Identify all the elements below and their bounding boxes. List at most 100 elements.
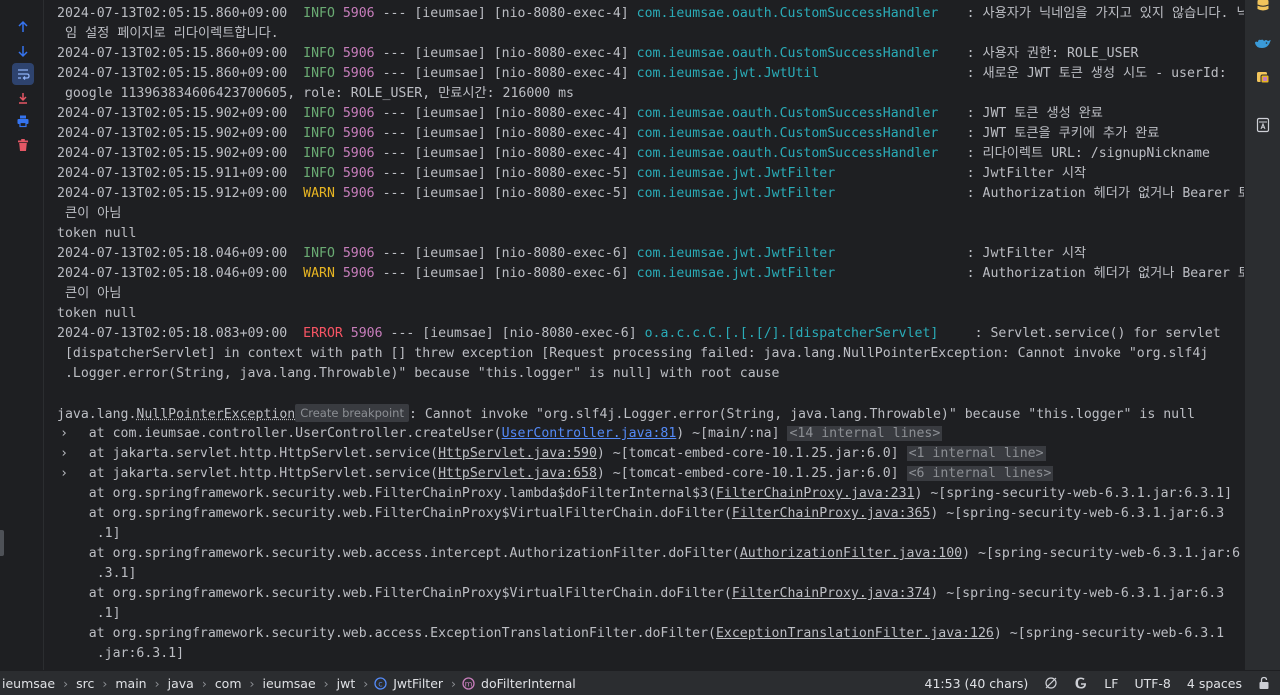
console-toolbar — [0, 0, 44, 670]
log-logger-link[interactable]: com.ieumsae.jwt.JwtFilter — [637, 244, 959, 264]
log-timestamp: 2024-07-13T02:05:18.046+09:00 — [57, 266, 288, 281]
log-pid: 5906 — [342, 66, 375, 81]
source-file-link[interactable]: ExceptionTranslationFilter.java:126 — [716, 626, 994, 641]
console-line: .Logger.error(String, java.lang.Throwabl… — [57, 364, 780, 384]
arrow-up-icon[interactable] — [14, 18, 32, 36]
internal-lines-fold[interactable]: <6 internal lines> — [906, 466, 1054, 481]
stack-frame-jar: ) ~[tomcat-embed-core-10.1.25.jar:6.0] — [596, 466, 907, 481]
log-pid: 5906 — [342, 106, 375, 121]
breadcrumb-item[interactable]: java — [166, 676, 196, 691]
console-line: 큰이 아님 — [57, 284, 121, 304]
breadcrumb-item[interactable]: com — [213, 676, 244, 691]
breadcrumb-item[interactable]: doFilterInternal — [479, 676, 578, 691]
fold-chevron-icon[interactable]: › — [59, 444, 69, 464]
log-message: : Authorization 헤더가 없거나 Bearer 토 — [966, 186, 1244, 201]
log-logger-link[interactable]: com.ieumsae.oauth.CustomSuccessHandler — [637, 44, 959, 64]
log-level: WARN — [303, 186, 335, 201]
scroll-to-end-icon[interactable] — [14, 89, 32, 107]
stack-frame: at jakarta.servlet.http.HttpServlet.serv… — [57, 446, 439, 461]
internal-lines-fold[interactable]: <1 internal line> — [906, 446, 1046, 461]
log-thread: --- [ieumsae] [nio-8080-exec-6] — [382, 266, 629, 281]
log-logger-link[interactable]: o.a.c.c.C.[.[.[/].[dispatcherServlet] — [645, 324, 967, 344]
console-text: .3.1] — [57, 566, 137, 581]
reader-mode-icon[interactable] — [1252, 114, 1274, 136]
log-logger-link[interactable]: com.ieumsae.oauth.CustomSuccessHandler — [637, 144, 959, 164]
lock-icon[interactable] — [1258, 676, 1270, 690]
log-thread: --- [ieumsae] [nio-8080-exec-4] — [382, 6, 629, 21]
log-pid: 5906 — [342, 266, 375, 281]
log-pid: 5906 — [342, 6, 375, 21]
console-text: 임 설정 페이지로 리다이렉트합니다. — [57, 26, 279, 41]
source-file-link[interactable]: FilterChainProxy.java:374 — [732, 586, 931, 601]
docker-icon[interactable] — [1252, 32, 1274, 54]
breadcrumb-item[interactable]: ieumsae — [0, 676, 57, 691]
line-ending[interactable]: LF — [1104, 676, 1118, 691]
breadcrumb-item[interactable]: main — [113, 676, 148, 691]
stack-frame: at jakarta.servlet.http.HttpServlet.serv… — [57, 466, 439, 481]
log-level: INFO — [303, 126, 335, 141]
breadcrumb-item[interactable]: jwt — [335, 676, 358, 691]
source-file-link[interactable]: UserController.java:81 — [502, 426, 677, 441]
soft-wrap-icon[interactable] — [12, 63, 34, 85]
log-logger-link[interactable]: com.ieumsae.oauth.CustomSuccessHandler — [637, 104, 959, 124]
source-file-link[interactable]: FilterChainProxy.java:231 — [716, 486, 915, 501]
breadcrumb-separator-icon: › — [363, 675, 369, 691]
exception-package: java.lang. — [57, 407, 137, 422]
console-text: .jar:6.3.1] — [57, 646, 185, 661]
log-logger-link[interactable]: com.ieumsae.jwt.JwtFilter — [637, 164, 959, 184]
source-file-link[interactable]: HttpServlet.java:658 — [438, 466, 597, 481]
log-pid: 5906 — [342, 186, 375, 201]
fold-chevron-icon[interactable]: › — [59, 424, 69, 444]
trash-icon[interactable] — [14, 136, 32, 154]
console-line: token null — [57, 224, 136, 244]
log-level: WARN — [303, 266, 335, 281]
log-timestamp: 2024-07-13T02:05:15.902+09:00 — [57, 126, 288, 141]
breadcrumb-separator-icon: › — [154, 675, 160, 691]
database-icon[interactable] — [1252, 0, 1274, 16]
log-message: : Authorization 헤더가 없거나 Bearer 토 — [966, 266, 1244, 281]
log-level: INFO — [303, 46, 335, 61]
console-line: java.lang.NullPointerException Create bre… — [57, 404, 1195, 424]
stack-frame-jar: ) ~[spring-security-web-6.3.1.jar:6.3.1] — [914, 486, 1233, 501]
file-encoding[interactable]: UTF-8 — [1134, 676, 1170, 691]
breadcrumb-separator-icon: › — [249, 675, 255, 691]
indent-setting[interactable]: 4 spaces — [1187, 676, 1242, 691]
console-output[interactable]: 2024-07-13T02:05:15.860+09:00 INFO 5906 … — [44, 0, 1244, 670]
log-logger-link[interactable]: com.ieumsae.jwt.JwtFilter — [637, 184, 959, 204]
stack-frame: at org.springframework.security.web.acce… — [57, 546, 740, 561]
log-thread: --- [ieumsae] [nio-8080-exec-5] — [382, 166, 629, 181]
stack-frame-jar: ) ~[spring-security-web-6.3.1.jar:6.3 — [930, 586, 1225, 601]
log-logger-link[interactable]: com.ieumsae.oauth.CustomSuccessHandler — [637, 4, 959, 24]
log-thread: --- [ieumsae] [nio-8080-exec-4] — [382, 126, 629, 141]
log-logger-link[interactable]: com.ieumsae.jwt.JwtUtil — [637, 64, 959, 84]
print-icon[interactable] — [14, 112, 32, 130]
log-level: INFO — [303, 246, 335, 261]
no-inspection-icon[interactable] — [1044, 676, 1058, 690]
arrow-down-icon[interactable] — [14, 42, 32, 60]
breadcrumb-separator-icon: › — [63, 675, 69, 691]
log-logger-link[interactable]: com.ieumsae.oauth.CustomSuccessHandler — [637, 124, 959, 144]
source-file-link[interactable]: FilterChainProxy.java:365 — [732, 506, 931, 521]
source-file-link[interactable]: AuthorizationFilter.java:100 — [740, 546, 962, 561]
stack-frame-jar: ) ~[spring-security-web-6.3.1.jar:6 — [962, 546, 1241, 561]
breadcrumb-item[interactable]: JwtFilter — [391, 676, 445, 691]
breadcrumb-separator-icon: › — [102, 675, 108, 691]
console-text: .1] — [57, 526, 121, 541]
log-thread: --- [ieumsae] [nio-8080-exec-4] — [382, 146, 629, 161]
plugin-icon[interactable] — [1252, 66, 1274, 88]
console-line: at org.springframework.security.web.Filt… — [57, 584, 1224, 604]
exception-class-link[interactable]: NullPointerException — [136, 407, 295, 422]
log-message: : JWT 토큰 생성 완료 — [966, 106, 1103, 121]
google-icon[interactable] — [1074, 676, 1088, 690]
internal-lines-fold[interactable]: <14 internal lines> — [787, 426, 943, 441]
log-level: INFO — [303, 106, 335, 121]
log-timestamp: 2024-07-13T02:05:18.083+09:00 — [57, 326, 288, 341]
log-logger-link[interactable]: com.ieumsae.jwt.JwtFilter — [637, 264, 959, 284]
breadcrumb-item[interactable]: src — [74, 676, 96, 691]
source-file-link[interactable]: HttpServlet.java:590 — [438, 446, 597, 461]
caret-position[interactable]: 41:53 (40 chars) — [925, 676, 1029, 691]
fold-chevron-icon[interactable]: › — [59, 464, 69, 484]
breadcrumb-item[interactable]: ieumsae — [261, 676, 318, 691]
create-breakpoint-tooltip[interactable]: Create breakpoint — [295, 404, 409, 422]
console-line: 임 설정 페이지로 리다이렉트합니다. — [57, 24, 279, 44]
